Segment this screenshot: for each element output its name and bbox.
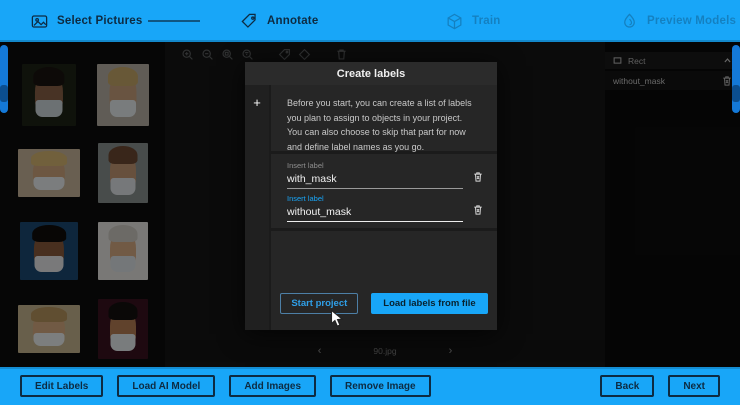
modal-content: Before you start, you can create a list …: [271, 85, 497, 330]
tag-icon: [240, 12, 259, 31]
load-ai-model-button[interactable]: Load AI Model: [117, 375, 215, 397]
trash-icon: [473, 171, 483, 183]
modal-body: + Before you start, you can create a lis…: [245, 85, 497, 330]
label-input-row: Insert label: [287, 161, 483, 189]
edit-labels-button[interactable]: Edit Labels: [20, 375, 103, 397]
label-input-without-mask[interactable]: [287, 206, 463, 222]
remove-image-button[interactable]: Remove Image: [330, 375, 431, 397]
load-labels-button[interactable]: Load labels from file: [371, 293, 487, 314]
create-labels-modal: Create labels + Before you start, you ca…: [245, 62, 497, 330]
step-preview-models[interactable]: Preview Models: [620, 0, 736, 42]
workspace: ‹ 90.jpg › Rect without_mask: [0, 42, 740, 367]
step-select-pictures[interactable]: Select Pictures: [30, 0, 142, 42]
pictures-icon: [30, 12, 49, 31]
insert-label-caption: Insert label: [287, 161, 483, 170]
next-button[interactable]: Next: [668, 375, 720, 397]
delete-label-button[interactable]: [473, 204, 483, 222]
add-label-button[interactable]: +: [245, 95, 269, 110]
modal-description: Before you start, you can create a list …: [271, 85, 497, 151]
label-input-with-mask[interactable]: [287, 173, 463, 189]
add-images-button[interactable]: Add Images: [229, 375, 316, 397]
modal-actions-section: Start project Load labels from file: [271, 231, 497, 330]
scrollbar-thumb[interactable]: [732, 85, 740, 102]
modal-side-strip: +: [245, 85, 269, 330]
back-button[interactable]: Back: [600, 375, 654, 397]
step-annotate[interactable]: Annotate: [240, 0, 318, 42]
trash-icon: [473, 204, 483, 216]
insert-label-caption: Insert label: [287, 194, 483, 203]
stepper-connector-line: [148, 20, 200, 22]
step-label: Select Pictures: [57, 15, 142, 27]
start-project-button[interactable]: Start project: [280, 293, 358, 314]
step-label: Annotate: [267, 15, 318, 27]
preview-flame-icon: [620, 12, 639, 31]
step-label: Train: [472, 15, 500, 27]
top-stepper: Select Pictures Annotate Train Preview M…: [0, 0, 740, 42]
step-train[interactable]: Train: [445, 0, 500, 42]
label-input-row: Insert label: [287, 194, 483, 222]
gallery-scrollbar[interactable]: [0, 45, 8, 113]
modal-title: Create labels: [245, 62, 497, 85]
bottom-toolbar: Edit Labels Load AI Model Add Images Rem…: [0, 367, 740, 405]
step-label: Preview Models: [647, 15, 736, 27]
app-window: Select Pictures Annotate Train Preview M…: [0, 0, 740, 405]
panel-scrollbar[interactable]: [732, 45, 740, 113]
label-inputs-section: Insert label Insert label: [271, 154, 497, 228]
cube-icon: [445, 12, 464, 31]
scrollbar-thumb[interactable]: [0, 85, 8, 102]
delete-label-button[interactable]: [473, 171, 483, 189]
